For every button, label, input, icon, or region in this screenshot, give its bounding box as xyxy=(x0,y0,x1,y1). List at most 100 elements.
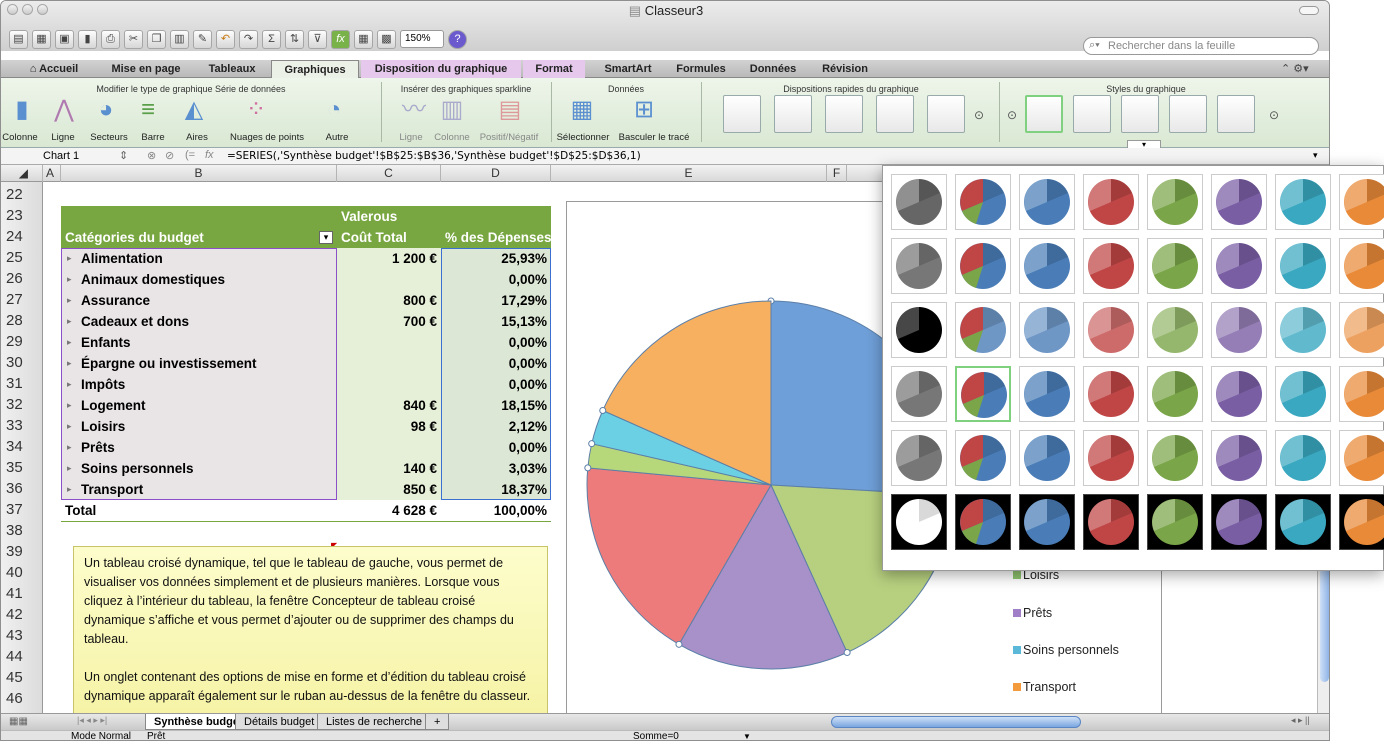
expand-row-icon[interactable]: ▸ xyxy=(67,316,72,327)
chart-style-option[interactable] xyxy=(1211,238,1267,294)
chart-style-option[interactable] xyxy=(1339,238,1384,294)
zoom-select[interactable]: 150% xyxy=(400,30,444,48)
sheet-tab[interactable]: Listes de recherche xyxy=(317,714,431,730)
chart-style-5[interactable] xyxy=(1217,95,1255,133)
chart-style-option[interactable] xyxy=(1275,238,1331,294)
pivot-category-cell[interactable]: Assurance xyxy=(81,290,150,311)
chart-style-option[interactable] xyxy=(955,494,1011,550)
expand-row-icon[interactable]: ▸ xyxy=(67,295,72,306)
expand-row-icon[interactable]: ▸ xyxy=(67,484,72,495)
sparkline-column-icon[interactable]: ▥ xyxy=(437,95,467,125)
row-header[interactable]: 43 xyxy=(1,625,43,646)
chart-style-option[interactable] xyxy=(891,366,947,422)
chart-style-option[interactable] xyxy=(1019,302,1075,358)
next-layouts-icon[interactable]: ⊙ xyxy=(974,108,984,122)
chart-style-option[interactable] xyxy=(1211,430,1267,486)
chart-style-option[interactable] xyxy=(1019,238,1075,294)
filter-icon[interactable]: ⊽ xyxy=(308,29,327,49)
slice-handle[interactable] xyxy=(675,640,683,648)
column-header-c[interactable]: C xyxy=(337,165,441,182)
pivot-cost-cell[interactable] xyxy=(337,374,437,395)
status-sum[interactable]: Somme=0 xyxy=(633,731,679,740)
chart-style-option[interactable] xyxy=(1275,430,1331,486)
print-icon[interactable]: ⎙ xyxy=(101,29,120,49)
function-icon[interactable]: fx xyxy=(331,29,350,49)
pivot-category-cell[interactable]: Transport xyxy=(81,479,143,500)
row-header[interactable]: 33 xyxy=(1,415,43,436)
toolbar-toggle-button[interactable] xyxy=(1299,6,1319,15)
expand-row-icon[interactable]: ▸ xyxy=(67,400,72,411)
chart-style-option[interactable] xyxy=(1019,366,1075,422)
chart-style-option[interactable] xyxy=(1147,238,1203,294)
row-header[interactable]: 39 xyxy=(1,541,43,562)
row-header[interactable]: 40 xyxy=(1,562,43,583)
pivot-pct-cell[interactable]: 18,37% xyxy=(441,479,547,500)
format-painter-icon[interactable]: ✎ xyxy=(193,29,212,49)
add-sheet-button[interactable]: + xyxy=(425,714,450,730)
chart-style-option[interactable] xyxy=(1211,174,1267,230)
pivot-pct-cell[interactable]: 25,93% xyxy=(441,248,547,269)
bar-chart-icon[interactable]: ≡ xyxy=(133,95,163,125)
chart-style-option[interactable] xyxy=(1339,174,1384,230)
toolbox-icon[interactable]: ▩ xyxy=(377,29,396,49)
chart-style-option[interactable] xyxy=(1083,302,1139,358)
pivot-cost-cell[interactable]: 840 € xyxy=(337,395,437,416)
pivot-total-label[interactable]: Total xyxy=(65,500,96,521)
formula-expand-icon[interactable]: ▾ xyxy=(1313,150,1318,161)
function-icon[interactable]: fx xyxy=(205,149,214,161)
column-header-b[interactable]: B xyxy=(61,165,337,182)
search-input[interactable]: Rechercher dans la feuille xyxy=(1083,37,1319,55)
tab-formules[interactable]: Formules xyxy=(669,60,733,78)
prev-styles-icon[interactable]: ⊙ xyxy=(1007,108,1017,122)
pivot-category-cell[interactable]: Alimentation xyxy=(81,248,163,269)
chart-style-option[interactable] xyxy=(1211,302,1267,358)
equals-icon[interactable]: (= xyxy=(185,149,195,161)
row-header[interactable]: 41 xyxy=(1,583,43,604)
chart-style-option[interactable] xyxy=(1147,302,1203,358)
normal-view-icon[interactable]: ▦▦ xyxy=(9,716,28,727)
pivot-category-cell[interactable]: Prêts xyxy=(81,437,115,458)
pivot-cost-cell[interactable]: 800 € xyxy=(337,290,437,311)
sparkline-winloss-icon[interactable]: ▤ xyxy=(495,95,525,125)
row-header[interactable]: 26 xyxy=(1,268,43,289)
sheet-nav-icon[interactable]: |◂ ◂ ▸ ▸| xyxy=(77,715,107,726)
tab-tableaux[interactable]: Tableaux xyxy=(197,60,267,78)
quick-layout-3[interactable] xyxy=(825,95,863,133)
row-header[interactable]: 36 xyxy=(1,478,43,499)
pivot-cost-cell[interactable]: 140 € xyxy=(337,458,437,479)
column-header-e[interactable]: E xyxy=(551,165,827,182)
chart-style-option[interactable] xyxy=(891,174,947,230)
row-header[interactable]: 32 xyxy=(1,394,43,415)
chart-style-option[interactable] xyxy=(1147,174,1203,230)
column-header-f[interactable]: F xyxy=(827,165,847,182)
filter-dropdown-icon[interactable]: ▾ xyxy=(319,231,333,244)
chart-style-option[interactable] xyxy=(1147,366,1203,422)
pivot-category-cell[interactable]: Impôts xyxy=(81,374,125,395)
pivot-pct-cell[interactable]: 18,15% xyxy=(441,395,547,416)
expand-row-icon[interactable]: ▸ xyxy=(67,421,72,432)
column-header-a[interactable]: A xyxy=(43,165,61,182)
templates-icon[interactable]: ▦ xyxy=(32,29,51,49)
pivot-category-cell[interactable]: Cadeaux et dons xyxy=(81,311,189,332)
expand-row-icon[interactable]: ▸ xyxy=(67,379,72,390)
pivot-pct-cell[interactable]: 2,12% xyxy=(441,416,547,437)
chart-style-4[interactable] xyxy=(1169,95,1207,133)
pivot-pct-cell[interactable]: 0,00% xyxy=(441,269,547,290)
pivot-cost-cell[interactable]: 850 € xyxy=(337,479,437,500)
pie-chart-icon[interactable]: ◕ xyxy=(91,95,121,125)
column-chart-icon[interactable]: ▮ xyxy=(7,95,37,125)
tab-revision[interactable]: Révision xyxy=(813,60,877,78)
pivot-category-cell[interactable]: Soins personnels xyxy=(81,458,194,479)
chart-style-1[interactable] xyxy=(1025,95,1063,133)
chart-style-option[interactable] xyxy=(891,238,947,294)
row-header[interactable]: 25 xyxy=(1,247,43,268)
chart-style-option[interactable] xyxy=(891,302,947,358)
row-header[interactable]: 35 xyxy=(1,457,43,478)
cancel-icon[interactable]: ⊗ xyxy=(147,149,156,162)
tab-mise-en-page[interactable]: Mise en page xyxy=(101,60,191,78)
undo-icon[interactable]: ↶ xyxy=(216,29,235,49)
quick-layout-4[interactable] xyxy=(876,95,914,133)
pivot-pct-cell[interactable]: 0,00% xyxy=(441,374,547,395)
new-workbook-icon[interactable]: ▤ xyxy=(9,29,28,49)
chart-style-option[interactable] xyxy=(1147,430,1203,486)
